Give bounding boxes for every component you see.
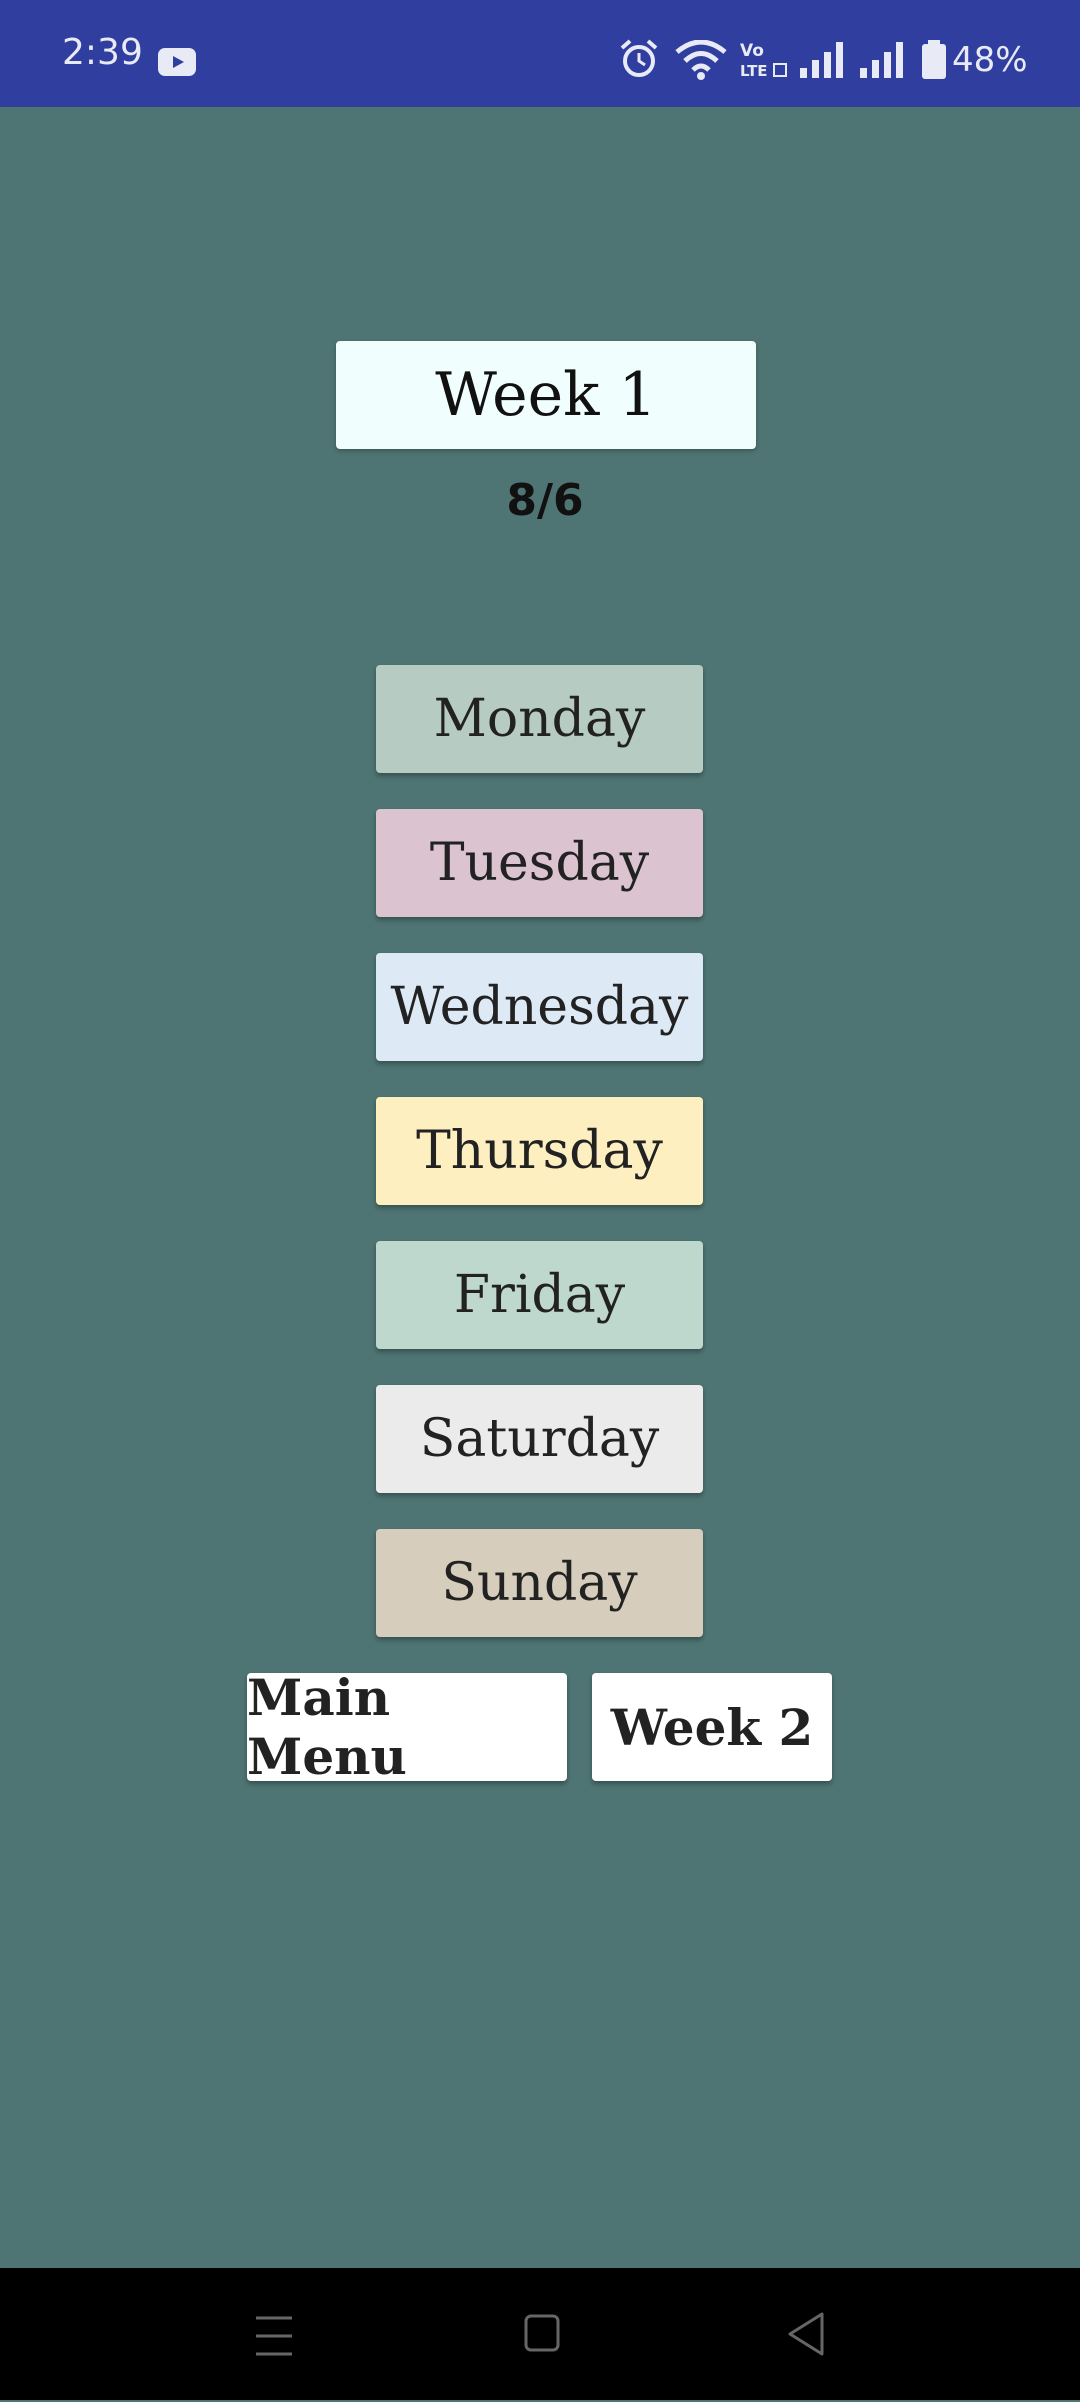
day-button-thursday[interactable]: Thursday xyxy=(376,1097,703,1205)
alarm-icon xyxy=(620,39,658,77)
svg-text:LTE: LTE xyxy=(740,62,768,80)
youtube-icon xyxy=(158,48,196,76)
wifi-icon xyxy=(675,40,727,80)
menu-icon[interactable] xyxy=(254,2270,294,2402)
week-2-button[interactable]: Week 2 xyxy=(592,1673,832,1781)
volte-icon: Vo LTE xyxy=(740,41,787,80)
main-menu-button[interactable]: Main Menu xyxy=(247,1668,567,1786)
week-date: 8/6 xyxy=(506,475,584,526)
battery-icon xyxy=(922,40,946,79)
status-time: 2:39 xyxy=(62,32,143,73)
day-button-saturday[interactable]: Saturday xyxy=(376,1385,703,1493)
status-bar: 2:39 Vo LTE 48% xyxy=(0,0,1080,107)
day-button-friday[interactable]: Friday xyxy=(376,1241,703,1349)
svg-text:Vo: Vo xyxy=(740,41,764,61)
back-icon[interactable] xyxy=(786,2268,826,2400)
day-button-wednesday[interactable]: Wednesday xyxy=(376,953,703,1061)
battery-percent: 48% xyxy=(952,40,1028,80)
signal-icon xyxy=(800,42,843,78)
day-button-tuesday[interactable]: Tuesday xyxy=(376,809,703,917)
navigation-bar xyxy=(0,2268,1080,2400)
home-icon[interactable] xyxy=(522,2268,562,2400)
week-title: Week 1 xyxy=(336,341,756,449)
day-button-sunday[interactable]: Sunday xyxy=(376,1529,703,1637)
day-button-monday[interactable]: Monday xyxy=(376,665,703,773)
signal-icon xyxy=(860,42,903,78)
